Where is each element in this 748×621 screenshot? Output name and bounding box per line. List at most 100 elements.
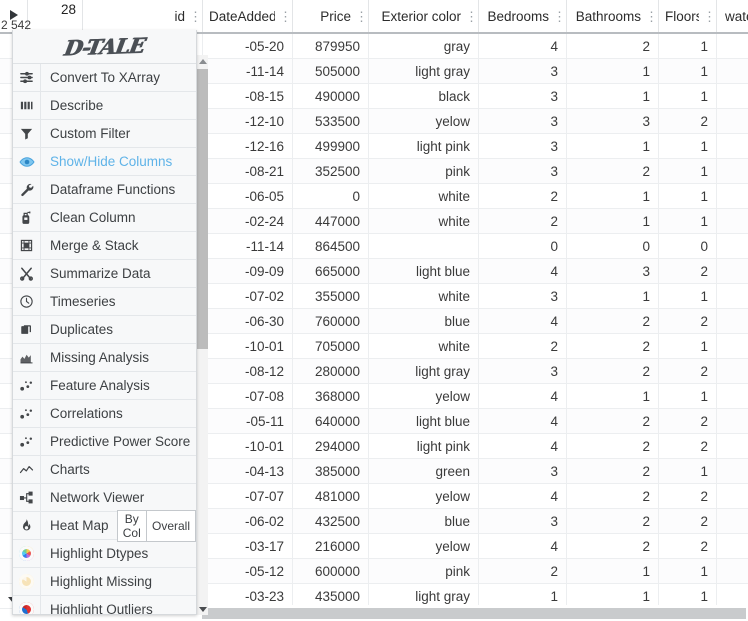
cell-exterior-color[interactable]: pink — [369, 159, 479, 183]
cell-bathrooms[interactable]: 2 — [567, 334, 659, 358]
column-header-floors[interactable]: Floors ⋮ — [659, 0, 717, 32]
cell-bedrooms[interactable]: 3 — [479, 159, 567, 183]
cell-dateadded[interactable]: -12-10 — [203, 109, 293, 133]
menu-item-summarize-data[interactable]: Summarize Data — [13, 260, 196, 288]
cell-dateadded[interactable]: -02-24 — [203, 209, 293, 233]
cell-waterfront[interactable]: False — [717, 159, 748, 183]
cell-dateadded[interactable]: -11-14 — [203, 59, 293, 83]
column-menu-icon[interactable]: ⋮ — [465, 10, 478, 23]
cell-waterfront[interactable]: False — [717, 559, 748, 583]
cell-bedrooms[interactable]: 3 — [479, 134, 567, 158]
cell-price[interactable]: 600000 — [293, 559, 369, 583]
cell-exterior-color[interactable]: light gray — [369, 59, 479, 83]
cell-bathrooms[interactable]: 1 — [567, 559, 659, 583]
cell-dateadded[interactable]: -06-30 — [203, 309, 293, 333]
cell-waterfront[interactable]: False — [717, 434, 748, 458]
menu-item-show-hide-columns[interactable]: Show/Hide Columns — [13, 148, 196, 176]
cell-price[interactable]: 432500 — [293, 509, 369, 533]
cell-price[interactable]: 665000 — [293, 259, 369, 283]
cell-price[interactable]: 490000 — [293, 84, 369, 108]
cell-bedrooms[interactable]: 3 — [479, 284, 567, 308]
column-menu-icon[interactable]: ⋮ — [553, 10, 566, 23]
cell-floors[interactable]: 2 — [659, 109, 717, 133]
cell-bedrooms[interactable]: 4 — [479, 484, 567, 508]
heat-map-overall-button[interactable]: Overall — [146, 509, 196, 542]
cell-exterior-color[interactable]: white — [369, 284, 479, 308]
cell-bathrooms[interactable]: 2 — [567, 309, 659, 333]
menu-item-highlight-dtypes[interactable]: Highlight Dtypes — [13, 540, 196, 568]
cell-bedrooms[interactable]: 3 — [479, 459, 567, 483]
menu-item-custom-filter[interactable]: Custom Filter — [13, 120, 196, 148]
column-header-price[interactable]: Price ⋮ — [293, 0, 369, 32]
cell-bathrooms[interactable]: 3 — [567, 109, 659, 133]
cell-bedrooms[interactable]: 3 — [479, 109, 567, 133]
cell-dateadded[interactable]: -04-13 — [203, 459, 293, 483]
cell-exterior-color[interactable]: light blue — [369, 409, 479, 433]
cell-bathrooms[interactable]: 2 — [567, 359, 659, 383]
cell-bedrooms[interactable]: 4 — [479, 384, 567, 408]
cell-waterfront[interactable]: False — [717, 334, 748, 358]
cell-floors[interactable]: 0 — [659, 234, 717, 258]
cell-bedrooms[interactable]: 4 — [479, 309, 567, 333]
menu-item-merge-stack[interactable]: Merge & Stack — [13, 232, 196, 260]
cell-exterior-color[interactable]: yelow — [369, 384, 479, 408]
cell-dateadded[interactable]: -05-11 — [203, 409, 293, 433]
cell-bathrooms[interactable]: 0 — [567, 234, 659, 258]
cell-exterior-color[interactable]: yelow — [369, 109, 479, 133]
cell-floors[interactable]: 1 — [659, 184, 717, 208]
column-menu-icon[interactable]: ⋮ — [703, 10, 716, 23]
cell-waterfront[interactable]: False — [717, 359, 748, 383]
menu-item-network-viewer[interactable]: Network Viewer — [13, 484, 196, 512]
cell-floors[interactable]: 1 — [659, 559, 717, 583]
cell-bedrooms[interactable]: 4 — [479, 259, 567, 283]
cell-exterior-color[interactable]: yelow — [369, 534, 479, 558]
cell-exterior-color[interactable]: light pink — [369, 434, 479, 458]
menu-item-correlations[interactable]: Correlations — [13, 400, 196, 428]
cell-bathrooms[interactable]: 3 — [567, 259, 659, 283]
cell-exterior-color[interactable]: blue — [369, 309, 479, 333]
cell-bathrooms[interactable]: 2 — [567, 459, 659, 483]
menu-item-duplicates[interactable]: Duplicates — [13, 316, 196, 344]
cell-floors[interactable]: 2 — [659, 434, 717, 458]
cell-floors[interactable]: 2 — [659, 509, 717, 533]
cell-exterior-color[interactable] — [369, 234, 479, 258]
column-header-id[interactable]: id ⋮ — [83, 0, 203, 32]
cell-bathrooms[interactable]: 1 — [567, 384, 659, 408]
cell-dateadded[interactable]: -08-21 — [203, 159, 293, 183]
column-menu-icon[interactable]: ⋮ — [189, 10, 202, 23]
cell-dateadded[interactable]: -09-09 — [203, 259, 293, 283]
cell-bedrooms[interactable]: 0 — [479, 234, 567, 258]
cell-price[interactable]: 705000 — [293, 334, 369, 358]
cell-exterior-color[interactable]: gray — [369, 34, 479, 58]
menu-item-highlight-outliers[interactable]: Highlight Outliers — [13, 596, 196, 614]
cell-floors[interactable]: 1 — [659, 134, 717, 158]
cell-bedrooms[interactable]: 4 — [479, 409, 567, 433]
cell-waterfront[interactable]: False — [717, 209, 748, 233]
cell-exterior-color[interactable]: white — [369, 184, 479, 208]
cell-price[interactable]: 294000 — [293, 434, 369, 458]
cell-bedrooms[interactable]: 3 — [479, 509, 567, 533]
column-menu-icon[interactable]: ⋮ — [279, 10, 292, 23]
cell-dateadded[interactable]: -10-01 — [203, 334, 293, 358]
cell-dateadded[interactable]: -05-20 — [203, 34, 293, 58]
cell-waterfront[interactable]: False — [717, 34, 748, 58]
cell-price[interactable]: 499900 — [293, 134, 369, 158]
cell-waterfront[interactable]: False — [717, 134, 748, 158]
cell-price[interactable]: 447000 — [293, 209, 369, 233]
cell-price[interactable]: 481000 — [293, 484, 369, 508]
cell-dateadded[interactable]: -08-12 — [203, 359, 293, 383]
cell-exterior-color[interactable]: pink — [369, 559, 479, 583]
menu-item-dataframe-functions[interactable]: Dataframe Functions — [13, 176, 196, 204]
cell-dateadded[interactable]: -03-17 — [203, 534, 293, 558]
cell-floors[interactable]: 1 — [659, 334, 717, 358]
cell-price[interactable]: 368000 — [293, 384, 369, 408]
cell-waterfront[interactable]: False — [717, 509, 748, 533]
cell-price[interactable]: 352500 — [293, 159, 369, 183]
column-header-waterfront[interactable]: waterfront⋮ — [717, 0, 748, 32]
cell-bathrooms[interactable]: 1 — [567, 284, 659, 308]
cell-floors[interactable]: 1 — [659, 284, 717, 308]
cell-bedrooms[interactable]: 2 — [479, 334, 567, 358]
column-header-bathrooms[interactable]: Bathrooms ⋮ — [567, 0, 659, 32]
cell-exterior-color[interactable]: white — [369, 209, 479, 233]
cell-price[interactable]: 760000 — [293, 309, 369, 333]
